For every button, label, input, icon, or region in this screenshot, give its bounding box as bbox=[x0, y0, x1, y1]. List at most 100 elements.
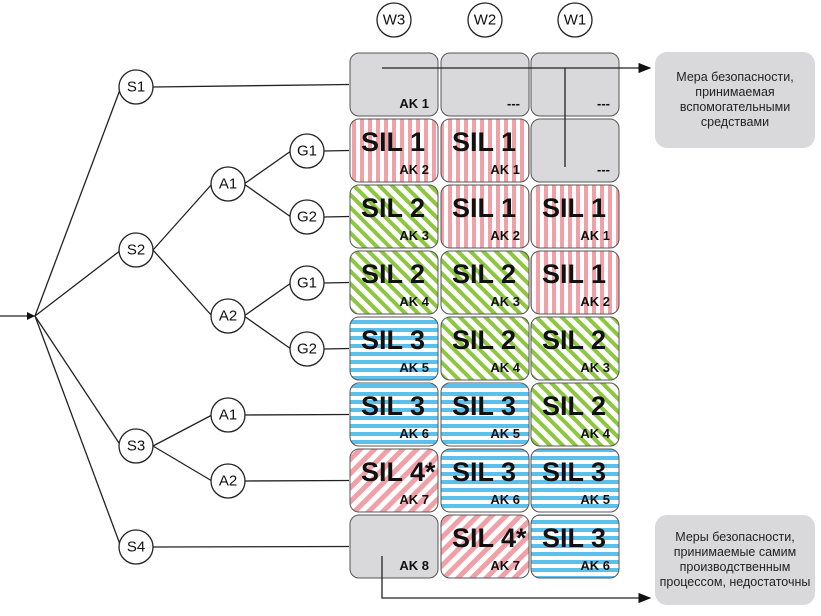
node-g2-label: G2 bbox=[297, 341, 317, 358]
sil-level: SIL 1 bbox=[452, 193, 516, 223]
connector-line bbox=[34, 86, 122, 317]
sil-level: SIL 2 bbox=[361, 193, 425, 223]
connector-line bbox=[243, 183, 292, 218]
column-header-w1-label: W1 bbox=[564, 12, 587, 29]
ak-class: AK 4 bbox=[580, 426, 610, 441]
callout-top-text: Мера безопасности, принимаемая вспомогат… bbox=[676, 70, 794, 129]
ak-class: AK 2 bbox=[490, 228, 520, 243]
ak-class: AK 7 bbox=[490, 558, 520, 573]
sil-level: SIL 1 bbox=[361, 127, 425, 157]
risk-cell: SIL 4* AK 7 bbox=[349, 448, 439, 513]
sil-level: SIL 2 bbox=[361, 259, 425, 289]
node-g2-label: G2 bbox=[297, 209, 317, 226]
ak-class: AK 5 bbox=[580, 492, 610, 507]
ak-class: AK 7 bbox=[399, 492, 429, 507]
connector-line bbox=[152, 83, 350, 88]
risk-cell: SIL 1 AK 2 bbox=[349, 118, 439, 183]
ak-class: AK 1 bbox=[399, 96, 429, 111]
node-a1-label: A1 bbox=[219, 176, 237, 193]
node-s2-label: S2 bbox=[127, 242, 145, 259]
connector-line bbox=[243, 479, 350, 482]
node-a2: A2 bbox=[210, 298, 246, 334]
ak-class: AK 4 bbox=[490, 360, 520, 375]
node-g1-label: G1 bbox=[297, 275, 317, 292]
connector-line bbox=[243, 315, 292, 350]
risk-cell: SIL 1 AK 2 bbox=[530, 250, 620, 315]
ak-class: AK 2 bbox=[580, 294, 610, 309]
risk-cell: AK 1 bbox=[349, 52, 439, 117]
risk-cell: SIL 3 AK 6 bbox=[440, 448, 530, 513]
input-arrow-icon bbox=[27, 312, 35, 320]
node-g1-label: G1 bbox=[297, 143, 317, 160]
node-a1: A1 bbox=[210, 166, 246, 202]
ak-class: --- bbox=[597, 162, 610, 177]
risk-cell: SIL 3 AK 5 bbox=[530, 448, 620, 513]
ak-class: AK 4 bbox=[399, 294, 429, 309]
node-g2: G2 bbox=[289, 199, 325, 235]
sil-level: SIL 3 bbox=[452, 457, 516, 487]
risk-cell: SIL 3 AK 6 bbox=[530, 514, 620, 579]
node-s3: S3 bbox=[118, 428, 154, 464]
risk-cell: SIL 1 AK 2 bbox=[440, 184, 530, 249]
ak-class: AK 3 bbox=[399, 228, 429, 243]
sil-level: SIL 4* bbox=[361, 457, 436, 487]
sil-level: SIL 2 bbox=[542, 325, 606, 355]
column-header-w3-label: W3 bbox=[383, 12, 406, 29]
ak-class: AK 6 bbox=[399, 426, 429, 441]
node-s1-label: S1 bbox=[127, 79, 145, 96]
risk-graph: AK 1 --- --- SIL 1 AK 2 SIL 1 AK 1 --- SIL 2 AK 3… bbox=[0, 0, 821, 616]
ak-class: --- bbox=[507, 96, 520, 111]
node-a1-label: A1 bbox=[219, 407, 237, 424]
risk-cell: SIL 4* AK 7 bbox=[440, 514, 530, 579]
connector-line bbox=[323, 149, 350, 152]
node-s2: S2 bbox=[118, 232, 154, 268]
risk-cell: SIL 2 AK 3 bbox=[440, 250, 530, 315]
column-header-w2: W2 bbox=[467, 2, 503, 38]
sil-level: SIL 1 bbox=[542, 259, 606, 289]
node-g1: G1 bbox=[289, 265, 325, 301]
callout-auxiliary-measure: Мера безопасности, принимаемая вспомогат… bbox=[655, 52, 815, 148]
risk-cell: --- bbox=[440, 52, 530, 117]
sil-level: SIL 3 bbox=[542, 523, 606, 553]
risk-cell: SIL 3 AK 5 bbox=[440, 382, 530, 447]
risk-cell: SIL 2 AK 4 bbox=[530, 382, 620, 447]
ak-class: --- bbox=[597, 96, 610, 111]
sil-level: SIL 2 bbox=[452, 325, 516, 355]
risk-cell: SIL 2 AK 3 bbox=[530, 316, 620, 381]
node-a2: A2 bbox=[210, 463, 246, 499]
ak-class: AK 1 bbox=[580, 228, 610, 243]
risk-cell: SIL 3 AK 6 bbox=[349, 382, 439, 447]
node-s4-label: S4 bbox=[127, 539, 145, 556]
sil-level: SIL 2 bbox=[542, 391, 606, 421]
connector-line bbox=[243, 282, 292, 317]
risk-cell: SIL 1 AK 1 bbox=[440, 118, 530, 183]
node-s4: S4 bbox=[118, 529, 154, 565]
connector-line bbox=[323, 215, 350, 218]
connector-line bbox=[152, 445, 213, 482]
risk-cell: --- bbox=[530, 52, 620, 117]
callout-insufficient-measure: Меры безопасности, принимаемые самим про… bbox=[655, 515, 815, 605]
node-a2-label: A2 bbox=[219, 308, 237, 325]
node-s1: S1 bbox=[118, 69, 154, 105]
risk-cell: SIL 2 AK 4 bbox=[440, 316, 530, 381]
connector-line bbox=[243, 413, 350, 416]
connector-line bbox=[152, 414, 213, 447]
sil-level: SIL 3 bbox=[542, 457, 606, 487]
node-a1: A1 bbox=[210, 397, 246, 433]
risk-cell: SIL 2 AK 4 bbox=[349, 250, 439, 315]
connector-line bbox=[152, 183, 213, 251]
sil-level: SIL 3 bbox=[361, 391, 425, 421]
connector-line bbox=[243, 150, 292, 185]
connector-line bbox=[152, 545, 350, 548]
ak-class: AK 6 bbox=[490, 492, 520, 507]
ak-class: AK 5 bbox=[490, 426, 520, 441]
connector-line bbox=[34, 315, 122, 548]
column-header-w1: W1 bbox=[557, 2, 593, 38]
node-g2: G2 bbox=[289, 331, 325, 367]
ak-class: AK 8 bbox=[399, 558, 429, 573]
ak-class: AK 6 bbox=[580, 558, 610, 573]
sil-level: SIL 2 bbox=[452, 259, 516, 289]
callout-bottom-text: Меры безопасности, принимаемые самим про… bbox=[659, 530, 811, 589]
sil-level: SIL 4* bbox=[452, 523, 527, 553]
ak-class: AK 3 bbox=[580, 360, 610, 375]
